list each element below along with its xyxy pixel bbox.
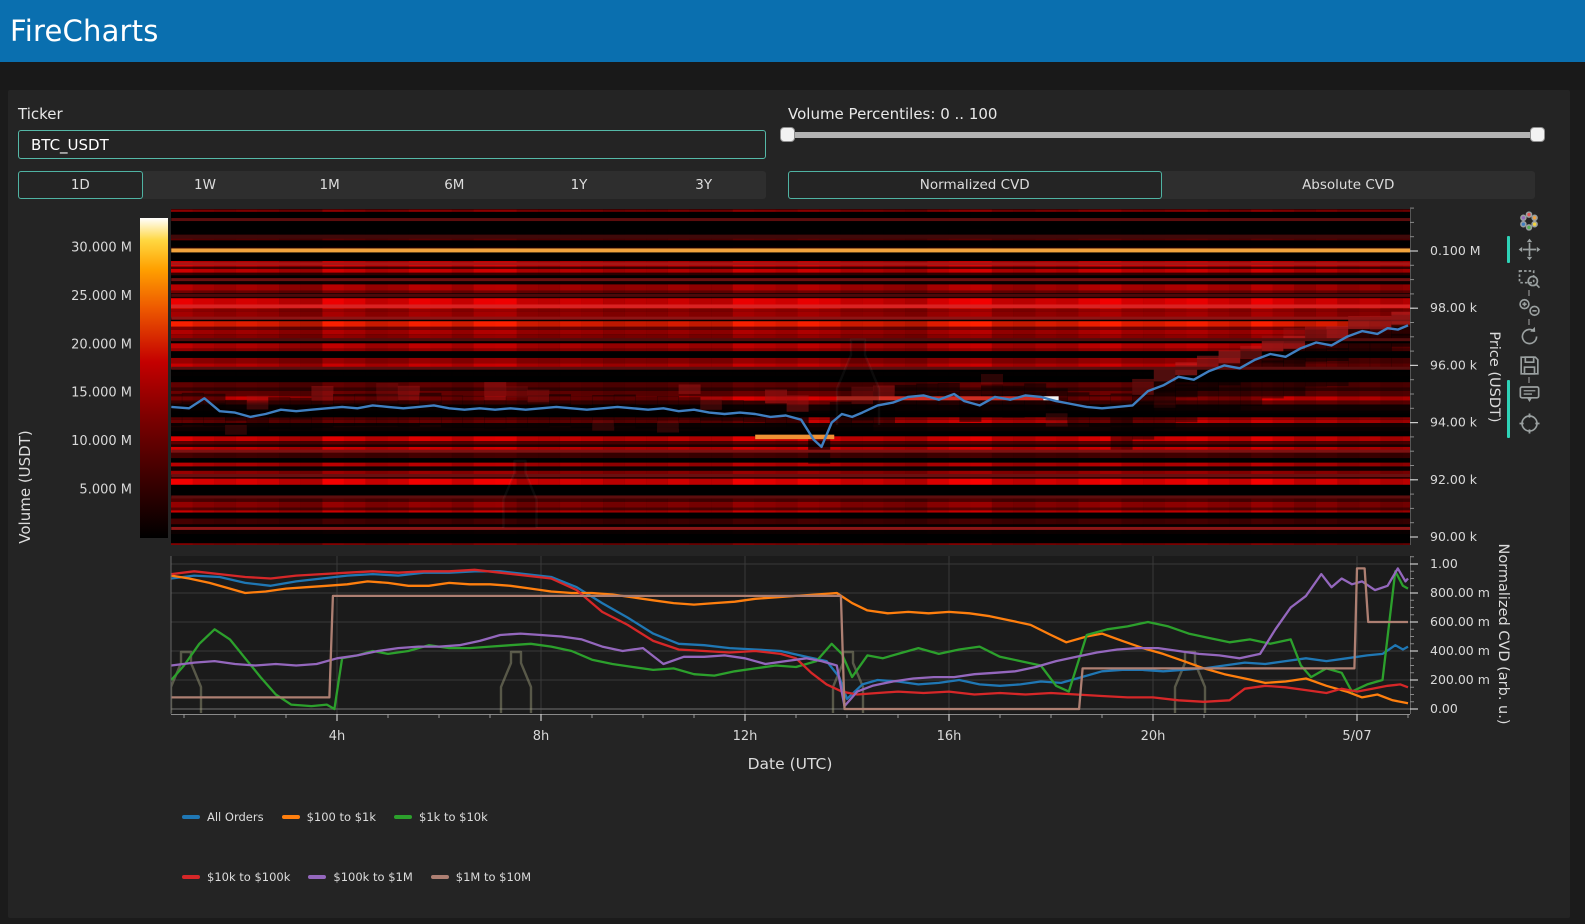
svg-text:Volume (USDT): Volume (USDT) xyxy=(16,430,34,543)
hover-tooltip-icon[interactable] xyxy=(1514,380,1544,409)
svg-text:30.000 M: 30.000 M xyxy=(71,241,132,256)
cvd-button-group: Normalized CVDAbsolute CVD xyxy=(788,171,1535,199)
zoom-in-out-icon[interactable] xyxy=(1514,293,1544,322)
plotly-logo-icon[interactable] xyxy=(1514,206,1544,235)
svg-text:800.00 m: 800.00 m xyxy=(1430,585,1490,600)
range-button-1m[interactable]: 1M xyxy=(267,171,392,199)
legend-label: $1k to $10k xyxy=(419,810,488,824)
legend-label: $100k to $1M xyxy=(333,870,412,884)
modebar-active-indicator xyxy=(1507,236,1510,263)
header-subbar xyxy=(0,62,1585,90)
legend-label: $10k to $100k xyxy=(207,870,290,884)
firecharts-app: FireCharts Ticker 1D1W1M6M1Y3Y Volume Pe… xyxy=(0,0,1585,924)
svg-text:5/07: 5/07 xyxy=(1342,729,1371,744)
app-title: FireCharts xyxy=(0,0,1585,48)
range-button-1d[interactable]: 1D xyxy=(18,171,143,199)
svg-text:10.000 M: 10.000 M xyxy=(71,434,132,449)
legend-swatch xyxy=(182,875,200,879)
svg-text:16h: 16h xyxy=(937,729,962,744)
svg-text:92.00 k: 92.00 k xyxy=(1430,472,1478,487)
svg-text:Date (UTC): Date (UTC) xyxy=(748,755,833,773)
legend-swatch xyxy=(431,875,449,879)
legend-row-1: All Orders $100 to $1k $1k to $10k xyxy=(182,810,488,824)
svg-text:8h: 8h xyxy=(533,729,550,744)
charts-area[interactable]: 30.000 M 25.000 M 20.000 M 15.000 M 10.000 M… xyxy=(0,203,1585,803)
plotly-modebar xyxy=(1514,206,1548,438)
volume-percentiles-label: Volume Percentiles: 0 .. 100 xyxy=(788,105,997,123)
svg-text:Price (USDT): Price (USDT) xyxy=(1486,331,1502,422)
ticker-label: Ticker xyxy=(18,105,63,123)
legend-item--1m-to-10m[interactable]: $1M to $10M xyxy=(431,870,531,884)
legend-item--10k-to-100k[interactable]: $10k to $100k xyxy=(182,870,290,884)
legend-row-2: $10k to $100k $100k to $1M $1M to $10M xyxy=(182,870,531,884)
svg-text:1.00: 1.00 xyxy=(1430,556,1458,571)
app-header: FireCharts xyxy=(0,0,1585,62)
charts-canvas[interactable]: 30.000 M 25.000 M 20.000 M 15.000 M 10.000 M… xyxy=(0,203,1585,803)
modebar-group-indicator xyxy=(1507,380,1510,438)
svg-text:4h: 4h xyxy=(329,729,346,744)
volume-percentile-slider[interactable] xyxy=(780,126,1545,144)
legend-swatch xyxy=(282,815,300,819)
box-zoom-icon[interactable] xyxy=(1514,264,1544,293)
spikelines-icon[interactable] xyxy=(1514,409,1544,438)
svg-text:5.000 M: 5.000 M xyxy=(79,483,132,498)
svg-text:0.100 M: 0.100 M xyxy=(1430,243,1481,258)
svg-text:15.000 M: 15.000 M xyxy=(71,386,132,401)
legend-item--100k-to-1m[interactable]: $100k to $1M xyxy=(308,870,412,884)
cvd-button-normalized-cvd[interactable]: Normalized CVD xyxy=(788,171,1162,199)
svg-text:12h: 12h xyxy=(733,729,758,744)
range-button-1y[interactable]: 1Y xyxy=(517,171,642,199)
legend-item--1k-to-10k[interactable]: $1k to $10k xyxy=(394,810,488,824)
slider-handle-high[interactable] xyxy=(1530,127,1545,142)
legend-label: $1M to $10M xyxy=(456,870,531,884)
svg-text:96.00 k: 96.00 k xyxy=(1430,357,1478,372)
svg-text:0.00: 0.00 xyxy=(1430,701,1458,716)
autoscale-icon[interactable] xyxy=(1514,322,1544,351)
svg-text:90.00 k: 90.00 k xyxy=(1430,529,1478,544)
slider-track[interactable] xyxy=(787,132,1537,138)
ticker-input[interactable] xyxy=(18,130,766,159)
slider-handle-low[interactable] xyxy=(780,127,795,142)
svg-text:20.000 M: 20.000 M xyxy=(71,337,132,352)
range-button-group: 1D1W1M6M1Y3Y xyxy=(18,171,766,199)
legend-swatch xyxy=(394,815,412,819)
svg-text:600.00 m: 600.00 m xyxy=(1430,614,1490,629)
legend-item--100-to-1k[interactable]: $100 to $1k xyxy=(282,810,376,824)
legend-swatch xyxy=(308,875,326,879)
save-icon[interactable] xyxy=(1514,351,1544,380)
cvd-button-absolute-cvd[interactable]: Absolute CVD xyxy=(1162,171,1536,199)
legend-item-all-orders[interactable]: All Orders xyxy=(182,810,264,824)
range-button-6m[interactable]: 6M xyxy=(392,171,517,199)
svg-text:98.00 k: 98.00 k xyxy=(1430,300,1478,315)
svg-text:Normalized CVD (arb. u.): Normalized CVD (arb. u.) xyxy=(1495,543,1511,724)
range-button-1w[interactable]: 1W xyxy=(143,171,268,199)
svg-text:400.00 m: 400.00 m xyxy=(1430,643,1490,658)
legend-label: All Orders xyxy=(207,810,264,824)
legend-label: $100 to $1k xyxy=(307,810,376,824)
svg-text:94.00 k: 94.00 k xyxy=(1430,415,1478,430)
svg-text:25.000 M: 25.000 M xyxy=(71,289,132,304)
svg-text:20h: 20h xyxy=(1141,729,1166,744)
pan-icon[interactable] xyxy=(1514,235,1544,264)
svg-text:200.00 m: 200.00 m xyxy=(1430,672,1490,687)
range-button-3y[interactable]: 3Y xyxy=(641,171,766,199)
legend-swatch xyxy=(182,815,200,819)
